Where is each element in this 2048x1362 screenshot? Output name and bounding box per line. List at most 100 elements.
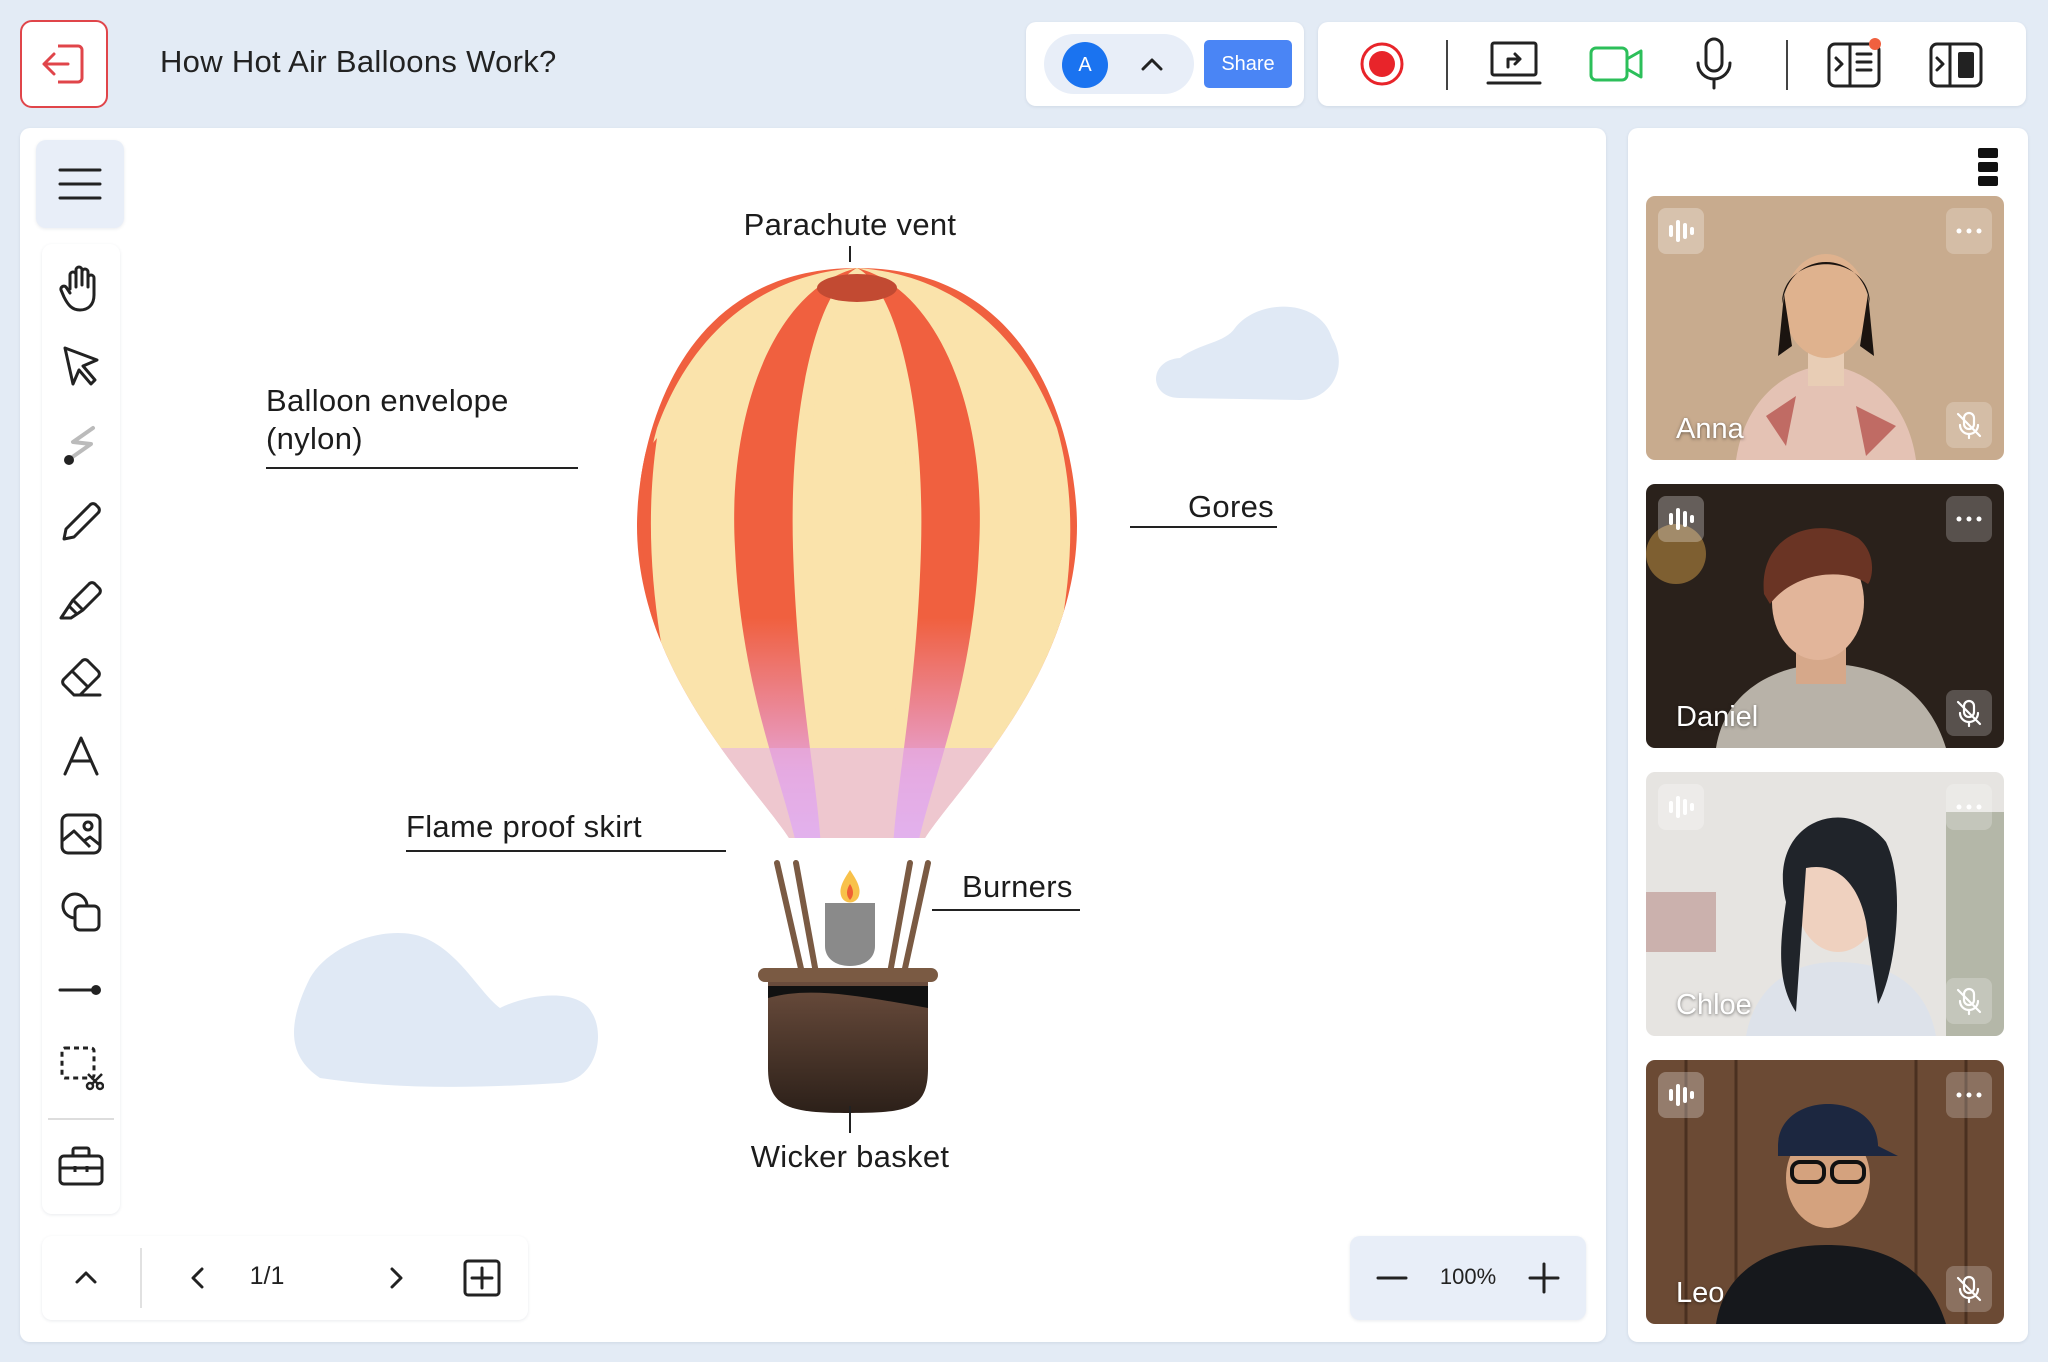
- collapse-pages-button[interactable]: [58, 1250, 114, 1306]
- text-tool[interactable]: [51, 726, 111, 786]
- participant-name: Daniel: [1676, 701, 1759, 733]
- shapes-icon: [61, 892, 101, 932]
- more-icon: [1956, 228, 1982, 234]
- highlighter-tool[interactable]: [51, 570, 111, 630]
- chevron-up-icon[interactable]: [1138, 51, 1166, 79]
- line-tool[interactable]: [51, 960, 111, 1020]
- mic-status[interactable]: [1946, 402, 1992, 448]
- zoom-controls: 100%: [1350, 1236, 1586, 1320]
- screen-share-icon: [1486, 41, 1542, 85]
- participant-options-button[interactable]: [1946, 784, 1992, 830]
- exit-button[interactable]: [20, 20, 108, 108]
- previous-page-button[interactable]: [170, 1250, 226, 1306]
- participant-tile[interactable]: Anna: [1646, 196, 2004, 460]
- add-page-button[interactable]: [454, 1250, 510, 1306]
- label-burners: Burners: [962, 869, 1073, 904]
- avatar[interactable]: A: [1062, 42, 1108, 88]
- participant-name: Chloe: [1676, 989, 1752, 1021]
- audio-wave-icon: [1669, 796, 1694, 818]
- mic-muted-icon: [1956, 699, 1982, 728]
- record-icon: [1360, 42, 1404, 86]
- next-page-button[interactable]: [368, 1250, 424, 1306]
- label-gores: Gores: [1188, 489, 1274, 524]
- participant-tile[interactable]: Daniel: [1646, 484, 2004, 748]
- camera-button[interactable]: [1588, 36, 1644, 92]
- participant-tile[interactable]: Leo: [1646, 1060, 2004, 1324]
- microphone-button[interactable]: [1686, 36, 1742, 92]
- mic-muted-icon: [1956, 411, 1982, 440]
- select-tool[interactable]: [51, 336, 111, 396]
- label-balloon-envelope: Balloon envelope: [266, 383, 509, 418]
- minus-icon: [1376, 1276, 1408, 1280]
- audio-wave-icon: [1669, 1084, 1694, 1106]
- participant-name: Anna: [1676, 413, 1744, 445]
- audio-wave-icon: [1669, 508, 1694, 530]
- mic-status[interactable]: [1946, 978, 1992, 1024]
- parachute-vent: [817, 274, 897, 302]
- plus-icon: [1528, 1262, 1560, 1294]
- pen-icon: [62, 502, 101, 541]
- more-icon: [1956, 1092, 1982, 1098]
- hamburger-menu-icon: [58, 168, 102, 200]
- more-icon: [1956, 804, 1982, 810]
- page-counter: 1/1: [249, 1262, 285, 1290]
- hand-icon: [59, 265, 96, 312]
- main-menu-button[interactable]: [36, 140, 124, 228]
- participant-options-button[interactable]: [1946, 208, 1992, 254]
- pen-tool[interactable]: [51, 492, 111, 552]
- share-group: A Share: [1026, 22, 1304, 106]
- screen-share-button[interactable]: [1486, 36, 1542, 92]
- lasso-cut-tool[interactable]: [51, 1038, 111, 1098]
- page-navigation: 1/1: [42, 1236, 528, 1320]
- burner: [825, 870, 875, 966]
- audio-wave-icon: [1669, 220, 1694, 242]
- label-wicker-basket: Wicker basket: [750, 1139, 950, 1174]
- laser-pointer-tool[interactable]: [51, 414, 111, 474]
- zoom-level: 100%: [1439, 1264, 1497, 1289]
- mic-status[interactable]: [1946, 690, 1992, 736]
- panel-options-button[interactable]: [1968, 142, 2008, 192]
- share-button[interactable]: Share: [1204, 40, 1292, 88]
- chevron-left-icon: [191, 1267, 204, 1289]
- eraser-tool[interactable]: [51, 648, 111, 708]
- whiteboard-canvas[interactable]: Parachute vent Balloon envelope (nylon) …: [20, 128, 1606, 1342]
- lasso-cut-icon: [60, 1046, 104, 1091]
- zoom-out-button[interactable]: [1364, 1250, 1420, 1306]
- record-button[interactable]: [1354, 36, 1410, 92]
- chevron-up-icon: [75, 1271, 97, 1284]
- toolbox-icon: [58, 1146, 104, 1186]
- audio-activity-indicator: [1658, 496, 1704, 542]
- audio-activity-indicator: [1658, 1072, 1704, 1118]
- cloud-left: [293, 932, 599, 1087]
- drawing-toolbar: [42, 244, 120, 1214]
- layout-right-button[interactable]: [1928, 36, 1984, 92]
- layout-left-button[interactable]: [1826, 36, 1882, 92]
- participant-options-button[interactable]: [1946, 496, 1992, 542]
- more-icon: [1956, 516, 1982, 522]
- add-page-icon: [463, 1259, 501, 1297]
- label-parachute-vent: Parachute vent: [743, 207, 957, 242]
- mic-muted-icon: [1956, 1275, 1982, 1304]
- participant-name: Leo: [1676, 1277, 1725, 1309]
- label-balloon-envelope-material: (nylon): [266, 421, 363, 456]
- image-tool[interactable]: [51, 804, 111, 864]
- hand-tool[interactable]: [51, 258, 111, 318]
- audio-activity-indicator: [1658, 784, 1704, 830]
- text-icon: [63, 736, 99, 776]
- layout-left-icon: [1827, 38, 1881, 88]
- video-camera-icon: [1589, 46, 1643, 82]
- mic-status[interactable]: [1946, 1266, 1992, 1312]
- shapes-tool[interactable]: [51, 882, 111, 942]
- toolbox-button[interactable]: [51, 1136, 111, 1196]
- user-menu[interactable]: A: [1044, 34, 1194, 94]
- exit-icon: [42, 44, 84, 84]
- media-controls: [1318, 22, 2026, 106]
- audio-activity-indicator: [1658, 208, 1704, 254]
- zoom-in-button[interactable]: [1516, 1250, 1572, 1306]
- participant-tile[interactable]: Chloe: [1646, 772, 2004, 1036]
- laser-pointer-icon: [64, 426, 95, 465]
- balloon-envelope: [637, 268, 1077, 838]
- chevron-right-icon: [390, 1267, 403, 1289]
- participant-options-button[interactable]: [1946, 1072, 1992, 1118]
- layout-right-icon: [1929, 42, 1983, 88]
